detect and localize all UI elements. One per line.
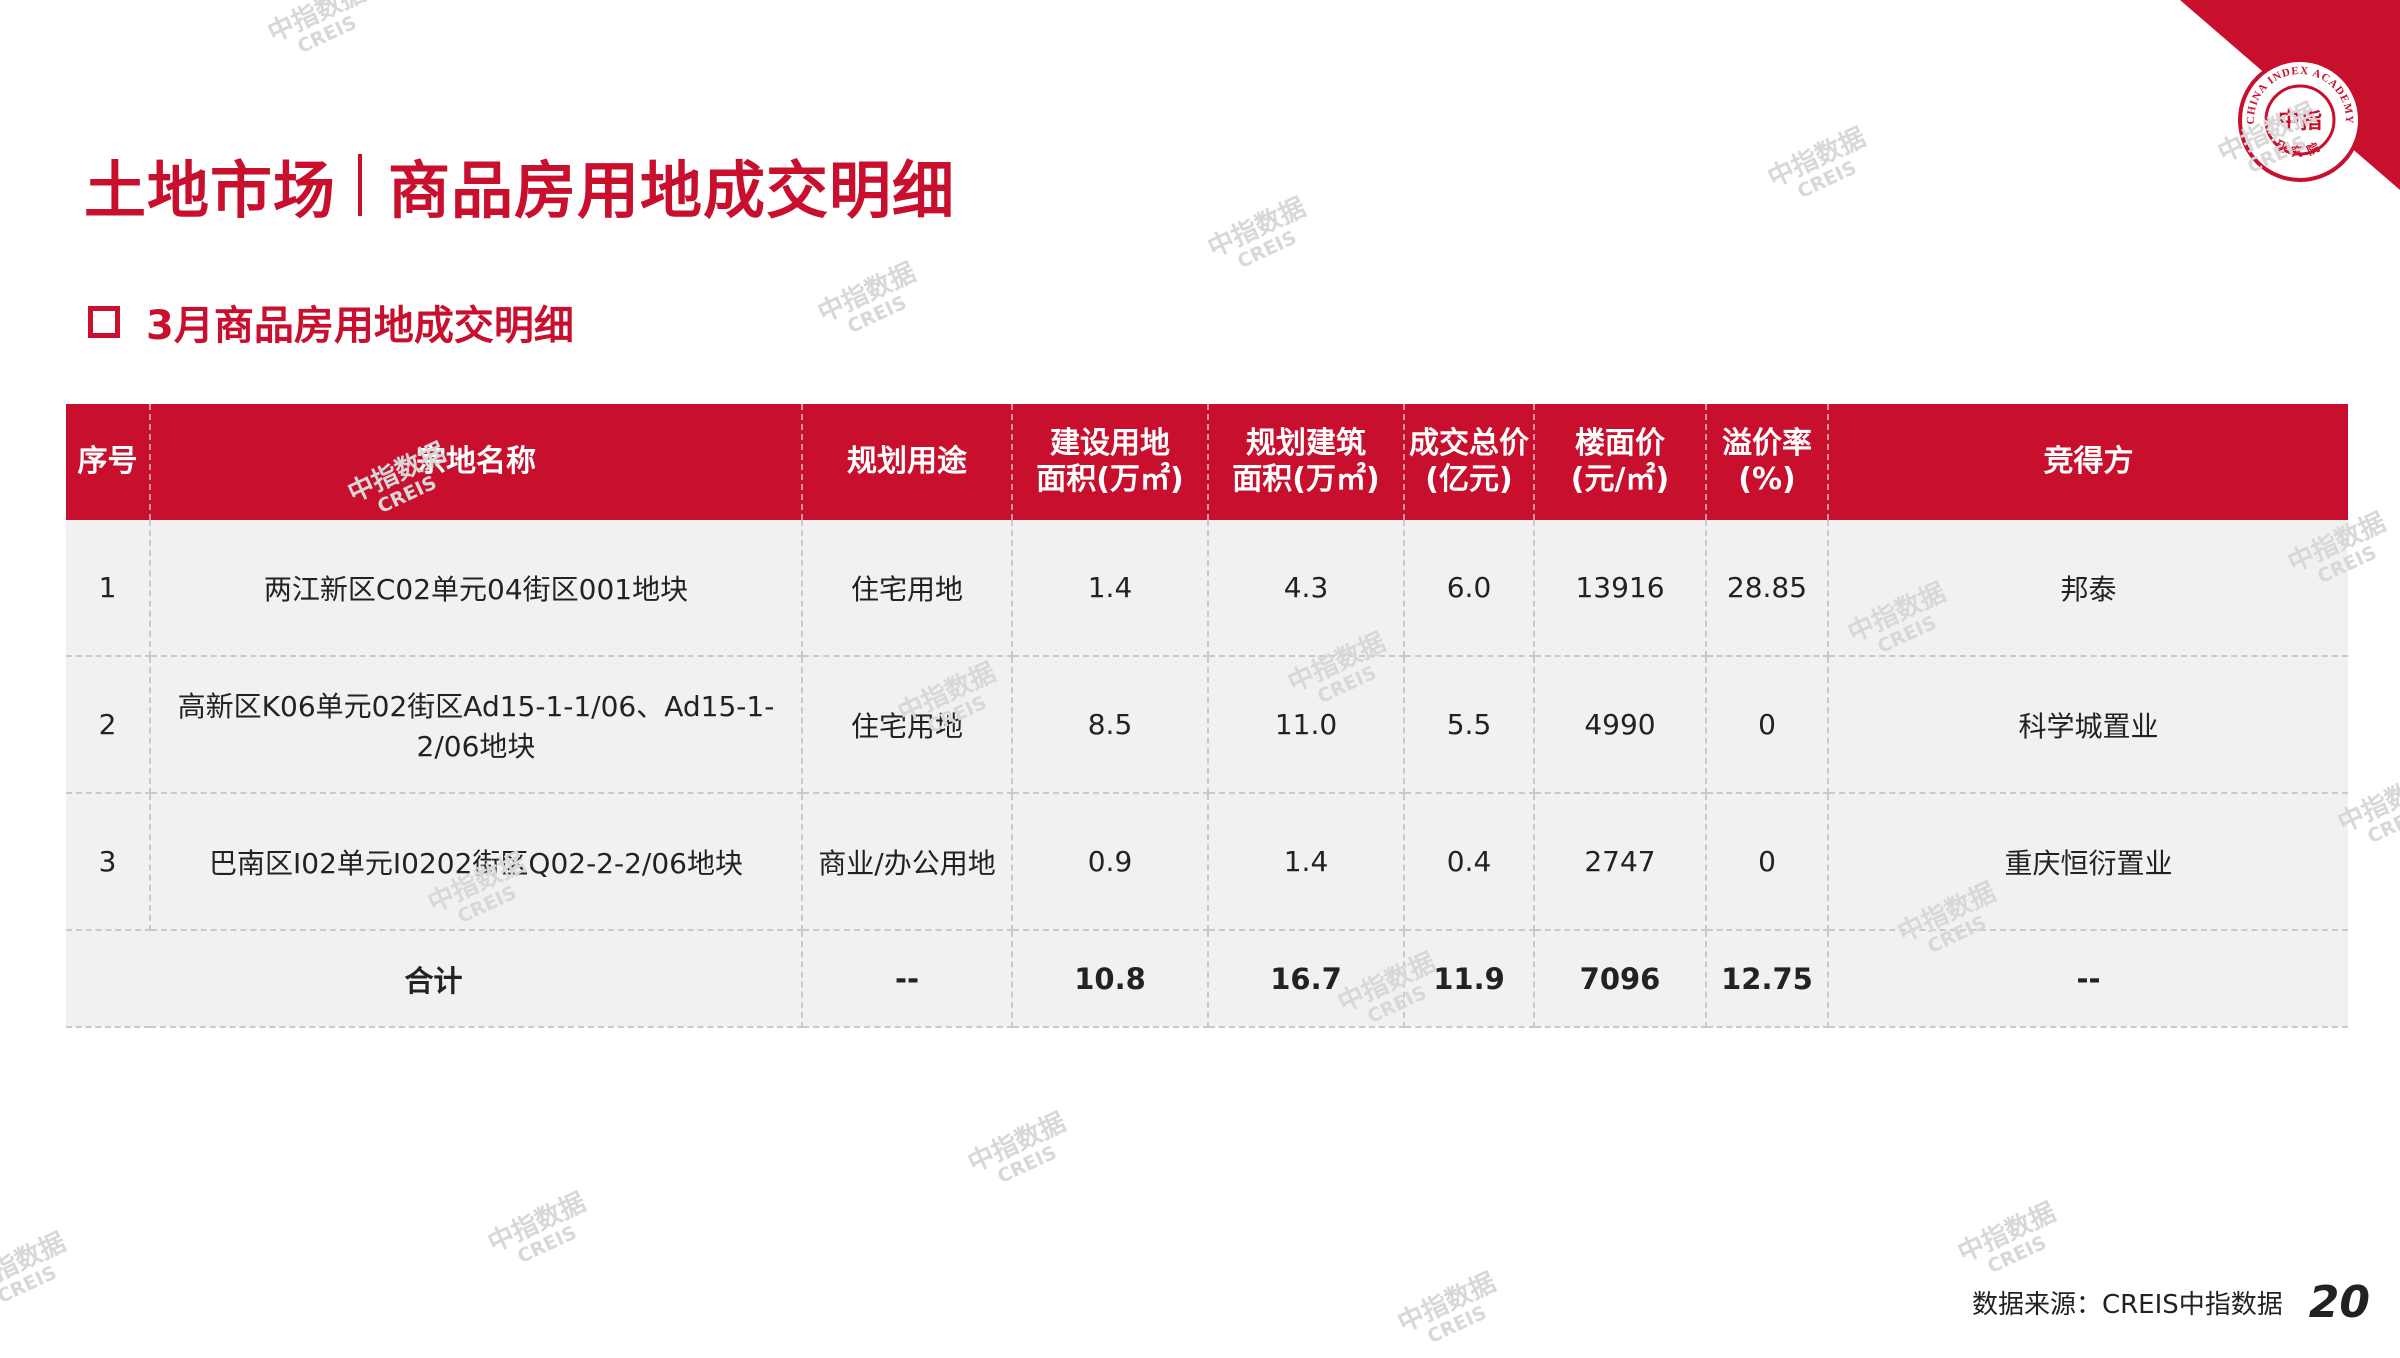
table-cell: 13916: [1534, 520, 1707, 657]
watermark: 中指数据 CREIS: [263, 0, 371, 59]
table-cell: 2: [66, 656, 151, 794]
table-cell: 巴南区I02单元I0202街区Q02-2-2/06地块: [150, 793, 803, 931]
table-cell: 5.5: [1404, 656, 1535, 794]
total-cell: 7096: [1534, 930, 1707, 1028]
page-title-section: 土地市场: [84, 154, 337, 227]
column-header: 规划建筑 面积(万㎡): [1208, 404, 1405, 520]
table-cell: 住宅用地: [802, 520, 1013, 657]
watermark: 中指数据 CREIS: [1393, 1267, 1501, 1349]
watermark: 中指数据 CREIS: [963, 1107, 1071, 1189]
column-header: 宗地名称: [150, 404, 803, 520]
footer: 数据来源：CREIS中指数据 20: [1972, 1272, 2370, 1332]
table-cell: 科学城置业: [1828, 656, 2348, 794]
data-source: 数据来源：CREIS中指数据: [1971, 1289, 2283, 1320]
table-cell: 邦泰: [1828, 520, 2348, 657]
total-cell: 11.9: [1404, 930, 1535, 1028]
page-title-topic: 商品房用地成交明细: [388, 154, 956, 227]
table-body: 1 两江新区C02单元04街区001地块 住宅用地 1.4 4.3 6.0 13916 28.…: [66, 520, 2348, 1028]
table-cell: 两江新区C02单元04街区001地块: [150, 520, 803, 657]
table-cell: 1.4: [1012, 520, 1209, 657]
column-header: 竞得方: [1828, 404, 2348, 520]
table-cell: 0.4: [1404, 793, 1535, 931]
watermark: 中指数据 CREIS: [0, 1227, 71, 1309]
watermark: 中指数据 CREIS: [1763, 122, 1871, 204]
table-cell: 28.85: [1706, 520, 1829, 657]
table-cell: 1.4: [1208, 793, 1405, 931]
column-header: 序号: [66, 404, 151, 520]
table-cell: 11.0: [1208, 656, 1405, 794]
watermark: 中指数据 CREIS: [1203, 192, 1311, 274]
title-separator: [358, 154, 363, 216]
table-cell: 3: [66, 793, 151, 931]
table-row: 1 两江新区C02单元04街区001地块 住宅用地 1.4 4.3 6.0 13916 28.…: [66, 520, 2348, 657]
section-subtitle: 3月商品房用地成交明细: [88, 292, 574, 352]
table-cell: 0: [1706, 656, 1829, 794]
column-header: 楼面价 (元/㎡): [1534, 404, 1707, 520]
total-cell: --: [802, 930, 1013, 1028]
table-cell: 0: [1706, 793, 1829, 931]
table-cell: 4.3: [1208, 520, 1405, 657]
table-cell: 住宅用地: [802, 656, 1013, 794]
total-cell: 16.7: [1208, 930, 1405, 1028]
watermark: 中指数据 CREIS: [813, 257, 921, 339]
logo-center-text: 中指: [2278, 109, 2322, 134]
table-cell: 2747: [1534, 793, 1707, 931]
table-cell: 4990: [1534, 656, 1707, 794]
china-index-academy-logo: CHINA INDEX ACADEMY 研究院 中指: [2238, 58, 2362, 182]
page-number: 20: [2308, 1276, 2370, 1328]
table-header-row: 序号 宗地名称 规划用途 建设用地 面积(万㎡) 规划建筑 面积(万㎡) 成交总价 (亿元…: [66, 404, 2348, 520]
watermark: 中指数据 CREIS: [483, 1187, 591, 1269]
table-cell: 8.5: [1012, 656, 1209, 794]
total-cell: 12.75: [1706, 930, 1829, 1028]
page-title: 土地市场 商品房用地成交明细: [84, 140, 955, 230]
total-row: 合计 -- 10.8 16.7 11.9 7096 12.75 --: [66, 930, 2348, 1028]
table-row: 3 巴南区I02单元I0202街区Q02-2-2/06地块 商业/办公用地 0.9 1.…: [66, 793, 2348, 931]
table-cell: 6.0: [1404, 520, 1535, 657]
total-cell: --: [1828, 930, 2348, 1028]
column-header: 成交总价 (亿元): [1404, 404, 1535, 520]
square-bullet-icon: [88, 306, 120, 338]
table-row: 2 高新区K06单元02街区Ad15-1-1/06、Ad15-1-2/06地块 住宅…: [66, 656, 2348, 794]
subtitle-text: 3月商品房用地成交明细: [146, 303, 574, 349]
column-header: 溢价率 (%): [1706, 404, 1829, 520]
total-cell: 10.8: [1012, 930, 1209, 1028]
land-transaction-table: 序号 宗地名称 规划用途 建设用地 面积(万㎡) 规划建筑 面积(万㎡) 成交总价 (亿元…: [66, 404, 2348, 1028]
total-label: 合计: [66, 930, 803, 1028]
table-cell: 重庆恒衍置业: [1828, 793, 2348, 931]
table-cell: 0.9: [1012, 793, 1209, 931]
column-header: 建设用地 面积(万㎡): [1012, 404, 1209, 520]
table-cell: 1: [66, 520, 151, 657]
table-cell: 高新区K06单元02街区Ad15-1-1/06、Ad15-1-2/06地块: [150, 656, 803, 794]
column-header: 规划用途: [802, 404, 1013, 520]
table-cell: 商业/办公用地: [802, 793, 1013, 931]
